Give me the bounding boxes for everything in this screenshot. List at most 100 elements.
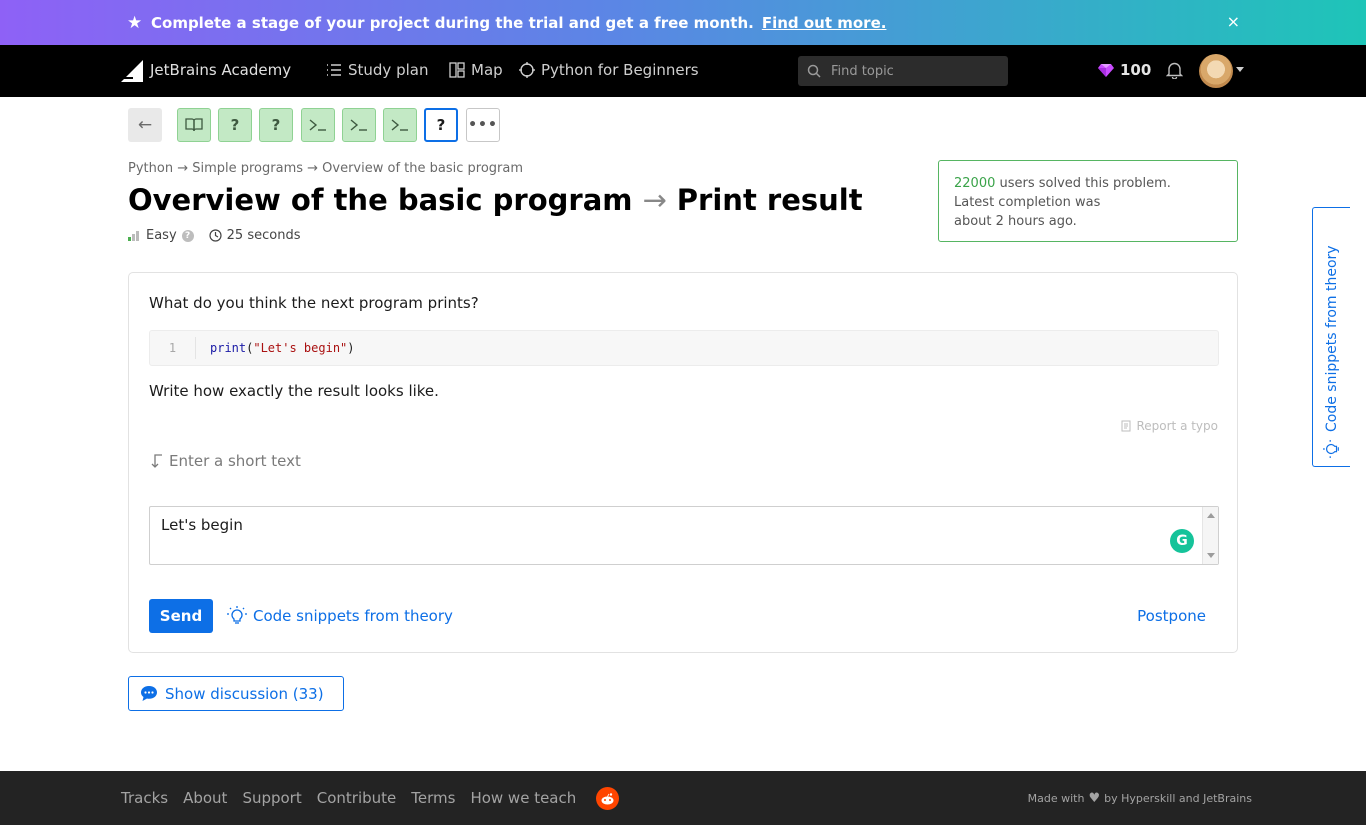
terminal-icon [350,119,367,131]
chevron-down-icon[interactable] [1236,67,1244,72]
answer-input[interactable]: Let's begin [150,507,1202,564]
latest-completion-label: Latest completion was [954,195,1101,210]
promo-text: Complete a stage of your project during … [151,13,754,32]
close-icon[interactable]: × [1227,12,1240,31]
nav-map-label: Map [471,61,503,79]
help-icon[interactable]: ? [181,229,194,242]
search-input[interactable] [831,63,991,79]
step-current-quiz[interactable]: ? [424,108,458,142]
made-with-suffix: by Hyperskill and JetBrains [1104,792,1252,805]
footer-link-terms[interactable]: Terms [411,789,455,807]
postpone-link[interactable]: Postpone [1137,607,1206,625]
footer-link-tracks[interactable]: Tracks [121,789,168,807]
scroll-up-icon[interactable] [1207,513,1215,518]
breadcrumb[interactable]: Python → Simple programs → Overview of t… [128,161,523,176]
notifications-bell[interactable] [1165,61,1184,83]
answer-box: Let's begin G [149,506,1219,565]
book-icon [185,118,203,132]
gems-counter[interactable]: 100 [1097,61,1151,79]
topic-title: Overview of the basic program [128,183,633,217]
question-text: What do you think the next program print… [149,294,479,312]
footer-link-about[interactable]: About [183,789,227,807]
step-code-1[interactable] [301,108,335,142]
footer-link-how-we-teach[interactable]: How we teach [470,789,576,807]
side-tab-label: Code snippets from theory [1324,245,1340,432]
step-theory[interactable] [177,108,211,142]
report-typo-label: Report a typo [1136,419,1218,433]
nav-track[interactable]: Python for Beginners [519,61,699,79]
map-icon [449,62,465,78]
scroll-down-icon[interactable] [1207,553,1215,558]
top-navbar: JetBrains Academy Study plan Map Python … [0,45,1366,97]
promo-banner: ★ Complete a stage of your project durin… [0,0,1366,45]
instruction-text: Write how exactly the result looks like. [149,382,439,400]
code-snippets-label: Code snippets from theory [253,607,453,625]
solved-count: 22000 [954,176,996,191]
nav-study-plan[interactable]: Study plan [326,61,428,79]
send-button[interactable]: Send [149,599,213,633]
page-title: Overview of the basic program → Print resu… [128,183,863,217]
task-card: What do you think the next program print… [128,272,1238,653]
step-more-button[interactable]: ••• [466,108,500,142]
terminal-icon [309,119,326,131]
made-with-credit: Made with ♥ by Hyperskill and JetBrains [1028,791,1252,806]
grammarly-icon[interactable]: G [1170,529,1194,553]
brand-name[interactable]: JetBrains Academy [150,61,291,79]
gems-count: 100 [1120,61,1152,79]
code-snippets-button[interactable]: Code snippets from theory [227,606,453,626]
list-icon [327,64,341,76]
show-discussion-button[interactable]: Show discussion (33) [128,676,344,711]
heart-icon: ♥ [1088,791,1101,806]
report-typo-link[interactable]: Report a typo [1121,419,1218,433]
footer: Tracks About Support Contribute Terms Ho… [0,771,1366,825]
find-out-more-link[interactable]: Find out more. [762,14,887,32]
duration-label: 25 seconds [226,228,301,243]
answer-hint-label: Enter a short text [169,452,301,470]
solved-stats-box: 22000 users solved this problem. Latest … [938,160,1238,242]
task-meta: Easy ? 25 seconds [128,228,300,243]
title-arrow: → [642,183,667,217]
reddit-alien-icon [601,792,614,804]
show-discussion-label: Show discussion (33) [165,684,324,703]
lightbulb-icon [1323,440,1339,458]
target-icon [519,62,535,78]
code-snippets-side-tab[interactable]: Code snippets from theory [1312,207,1350,467]
lightbulb-icon [227,606,247,624]
step-quiz-2[interactable]: ? [259,108,293,142]
avatar[interactable] [1199,54,1233,88]
nav-track-label: Python for Beginners [541,61,699,79]
difficulty-label: Easy [146,228,177,243]
nav-map[interactable]: Map [449,61,503,79]
footer-link-support[interactable]: Support [242,789,301,807]
made-with-prefix: Made with [1027,792,1085,805]
chat-bubble-icon [141,686,157,701]
task-title: Print result [676,183,863,217]
answer-hint: Enter a short text [149,452,301,470]
solved-text: users solved this problem. [995,176,1171,191]
jetbrains-logo-icon[interactable] [121,60,143,82]
bell-icon [1165,62,1184,80]
step-quiz-1[interactable]: ? [218,108,252,142]
code-line: print("Let's begin") [210,341,355,355]
side-tab-content: Code snippets from theory [1323,218,1341,458]
nav-study-plan-label: Study plan [348,61,429,79]
latest-completion-time: about 2 hours ago. [954,214,1077,229]
step-code-2[interactable] [342,108,376,142]
answer-scrollbar[interactable] [1202,507,1218,564]
reddit-icon[interactable] [596,787,619,810]
document-icon [1121,420,1131,432]
search-bar[interactable] [798,56,1008,86]
footer-link-contribute[interactable]: Contribute [317,789,397,807]
step-back-button[interactable]: ← [128,108,162,142]
terminal-icon [391,119,408,131]
gem-icon [1098,63,1114,77]
star-icon: ★ [127,12,143,33]
code-line-number: 1 [150,337,196,359]
footer-links: Tracks About Support Contribute Terms Ho… [121,789,576,807]
clock-icon [209,229,222,242]
code-block: 1 print("Let's begin") [149,330,1219,366]
difficulty-icon [128,230,139,241]
return-arrow-icon [151,454,162,468]
search-icon [807,64,821,78]
step-code-3[interactable] [383,108,417,142]
